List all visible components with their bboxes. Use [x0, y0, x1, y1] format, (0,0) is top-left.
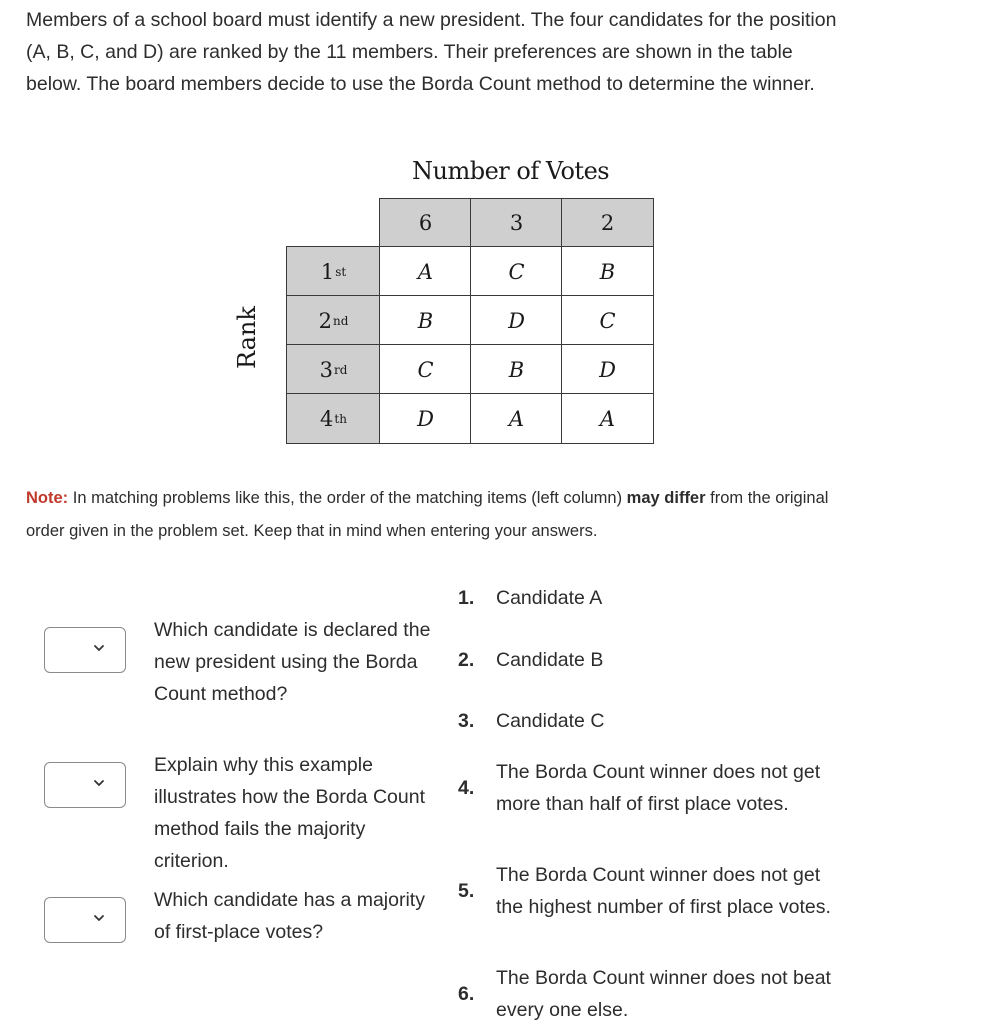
preference-cell: B [561, 246, 654, 297]
option-text: Candidate C [496, 710, 605, 732]
chevron-down-icon [94, 645, 104, 651]
preference-cell: A [561, 393, 654, 444]
question-text: Which candidate has a majority of first-… [154, 889, 425, 943]
matching-note: Note: In matching problems like this, th… [26, 482, 866, 548]
preference-cell: A [470, 393, 563, 444]
preference-cell: D [561, 344, 654, 395]
preference-cell: C [470, 246, 563, 297]
option-text: Candidate B [496, 649, 604, 671]
rank-suffix: rd [333, 362, 348, 377]
option-text: The Borda Count winner does not get the … [496, 864, 831, 918]
answer-select-1[interactable] [44, 627, 126, 673]
question-text: Which candidate is declared the new pres… [154, 619, 431, 705]
rank-cell: 1st [286, 246, 381, 297]
note-text: In matching problems like this, the orde… [68, 489, 627, 507]
option-number: 6. [458, 983, 475, 1005]
note-emphasis: may differ [626, 489, 706, 507]
preference-cell: D [379, 393, 472, 444]
rank-suffix: th [334, 411, 347, 426]
rank-cell: 4th [286, 393, 381, 444]
rank-cell: 3rd [286, 344, 381, 395]
preference-cell: C [561, 295, 654, 346]
option-number: 1. [458, 587, 475, 609]
note-label: Note: [26, 489, 69, 507]
rank-number: 3 [319, 357, 333, 382]
vote-count-header: 6 [379, 198, 472, 248]
rank-suffix: st [335, 264, 347, 279]
chevron-down-icon [94, 780, 104, 786]
rank-cell: 2nd [286, 295, 381, 346]
option-text: The Borda Count winner does not get more… [496, 761, 821, 815]
question-text: Explain why this example illustrates how… [154, 754, 425, 872]
chevron-down-icon [94, 915, 104, 921]
answer-select-2[interactable] [44, 762, 126, 808]
rank-number: 1 [320, 259, 335, 284]
preference-cell: A [379, 246, 472, 297]
option-text: Candidate A [496, 587, 603, 609]
rank-number: 2 [318, 308, 332, 333]
option-number: 4. [458, 777, 475, 799]
rank-axis-label: Rank [233, 306, 261, 369]
problem-statement: Members of a school board must identify … [26, 9, 837, 95]
vote-count-header: 2 [561, 198, 654, 248]
option-number: 3. [458, 710, 475, 732]
rank-number: 4 [320, 406, 334, 431]
vote-count-header: 3 [470, 198, 563, 248]
preference-cell: B [379, 295, 472, 346]
preference-cell: B [470, 344, 563, 395]
option-number: 5. [458, 880, 475, 902]
answer-select-3[interactable] [44, 897, 126, 943]
option-text: The Borda Count winner does not beat eve… [496, 967, 831, 1021]
option-number: 2. [458, 649, 475, 671]
preference-cell: C [379, 344, 472, 395]
table-title: Number of Votes [412, 157, 610, 185]
rank-suffix: nd [332, 313, 349, 328]
preference-cell: D [470, 295, 563, 346]
